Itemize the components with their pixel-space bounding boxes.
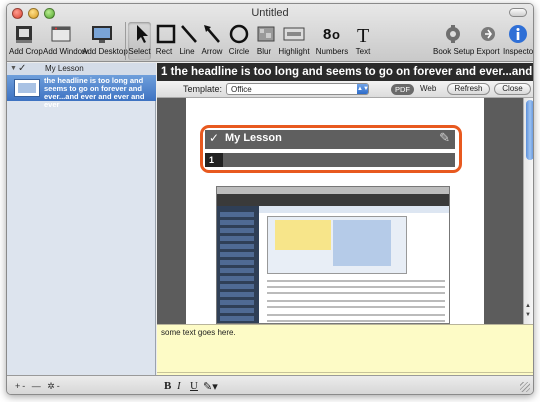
disclosure-triangle-icon[interactable]: ▼ — [10, 65, 17, 72]
arrow-tool-button[interactable]: Arrow — [199, 22, 225, 60]
checkmark-icon: ✓ — [18, 63, 27, 74]
template-bar: Template: Office ▲▼ PDF Web Refresh Clos… — [157, 81, 533, 98]
toolbar-separator — [125, 22, 126, 60]
scroll-down-icon[interactable]: ▼ — [525, 312, 531, 318]
highlight-annotation[interactable] — [200, 125, 462, 173]
svg-text:o: o — [332, 27, 340, 42]
step-thumbnail — [14, 79, 40, 97]
sidebar-root-row[interactable]: ▼ ✓ My Lesson — [7, 63, 156, 75]
preview-canvas: ✓ My Lesson ✎ 1 — [157, 98, 523, 324]
add-window-button[interactable]: Add Window — [43, 22, 88, 60]
vertical-scrollbar[interactable]: ▲ ▼ — [523, 98, 533, 324]
underline-button[interactable]: U — [190, 380, 198, 392]
refresh-button[interactable]: Refresh — [447, 83, 490, 95]
close-button[interactable]: Close — [494, 83, 531, 95]
resize-grip-icon[interactable] — [520, 382, 530, 392]
scroll-up-icon[interactable]: ▲ — [525, 303, 531, 309]
add-desktop-button[interactable]: Add Desktop — [82, 22, 128, 60]
export-icon — [481, 27, 495, 41]
scroll-thumb[interactable] — [526, 100, 533, 160]
step-headline[interactable]: 1 the headline is too long and seems to … — [157, 63, 533, 81]
window-title: Untitled — [251, 7, 289, 19]
pencil-menu-icon[interactable]: ✎▾ — [203, 380, 218, 393]
numbers-icon: 8o — [323, 26, 340, 43]
sidebar: ▼ ✓ My Lesson the headline is too long a… — [7, 63, 156, 375]
highlight-icon — [283, 27, 305, 41]
numbers-tool-button[interactable]: 8o Numbers — [313, 22, 351, 60]
select-tool-button[interactable]: Select — [128, 22, 151, 60]
notes-area[interactable]: some text goes here. — [157, 324, 533, 375]
highlight-tool-button[interactable]: Highlight — [276, 22, 312, 60]
book-setup-icon — [446, 25, 460, 43]
blur-tool-button[interactable]: Blur — [253, 22, 275, 60]
circle-icon — [229, 24, 249, 44]
sidebar-controls[interactable]: +- — ✲- — [15, 381, 62, 392]
inspector-button[interactable]: Inspector — [503, 22, 533, 60]
info-icon — [509, 25, 527, 43]
add-crop-icon — [16, 26, 32, 43]
text-tool-button[interactable]: T Text — [352, 22, 374, 60]
web-toggle[interactable]: Web — [420, 84, 436, 93]
add-window-icon — [51, 26, 71, 42]
chevron-updown-icon: ▲▼ — [357, 84, 369, 94]
bottom-bar: +- — ✲- B I U ✎▾ — [7, 375, 533, 394]
embedded-screenshot[interactable] — [216, 186, 450, 324]
pdf-toggle[interactable]: PDF — [391, 84, 414, 95]
template-select[interactable]: Office ▲▼ — [226, 83, 369, 95]
rect-tool-button[interactable]: Rect — [153, 22, 176, 60]
line-tool-button[interactable]: Line — [176, 22, 198, 60]
sidebar-item-step-1[interactable]: the headline is too long and seems to go… — [7, 75, 156, 109]
app-window: Untitled Add Crop Add Window Add Desktop… — [6, 3, 534, 395]
book-setup-button[interactable]: Book Setup — [433, 22, 474, 60]
add-crop-button[interactable]: Add Crop — [9, 22, 43, 60]
circle-tool-button[interactable]: Circle — [226, 22, 252, 60]
bold-button[interactable]: B — [164, 380, 171, 392]
preview-page: ✓ My Lesson ✎ 1 — [186, 98, 484, 324]
add-desktop-icon — [92, 26, 112, 43]
italic-button[interactable]: I — [177, 380, 181, 392]
titlebar: Untitled Add Crop Add Window Add Desktop… — [7, 4, 533, 62]
text-icon: T — [357, 25, 369, 46]
export-button[interactable]: Export — [474, 22, 502, 60]
svg-text:T: T — [357, 25, 369, 46]
arrow-pointer-icon — [137, 25, 148, 43]
svg-text:8: 8 — [323, 26, 331, 43]
toolbar-toggle-button[interactable] — [509, 8, 527, 17]
arrow-icon — [204, 25, 220, 43]
